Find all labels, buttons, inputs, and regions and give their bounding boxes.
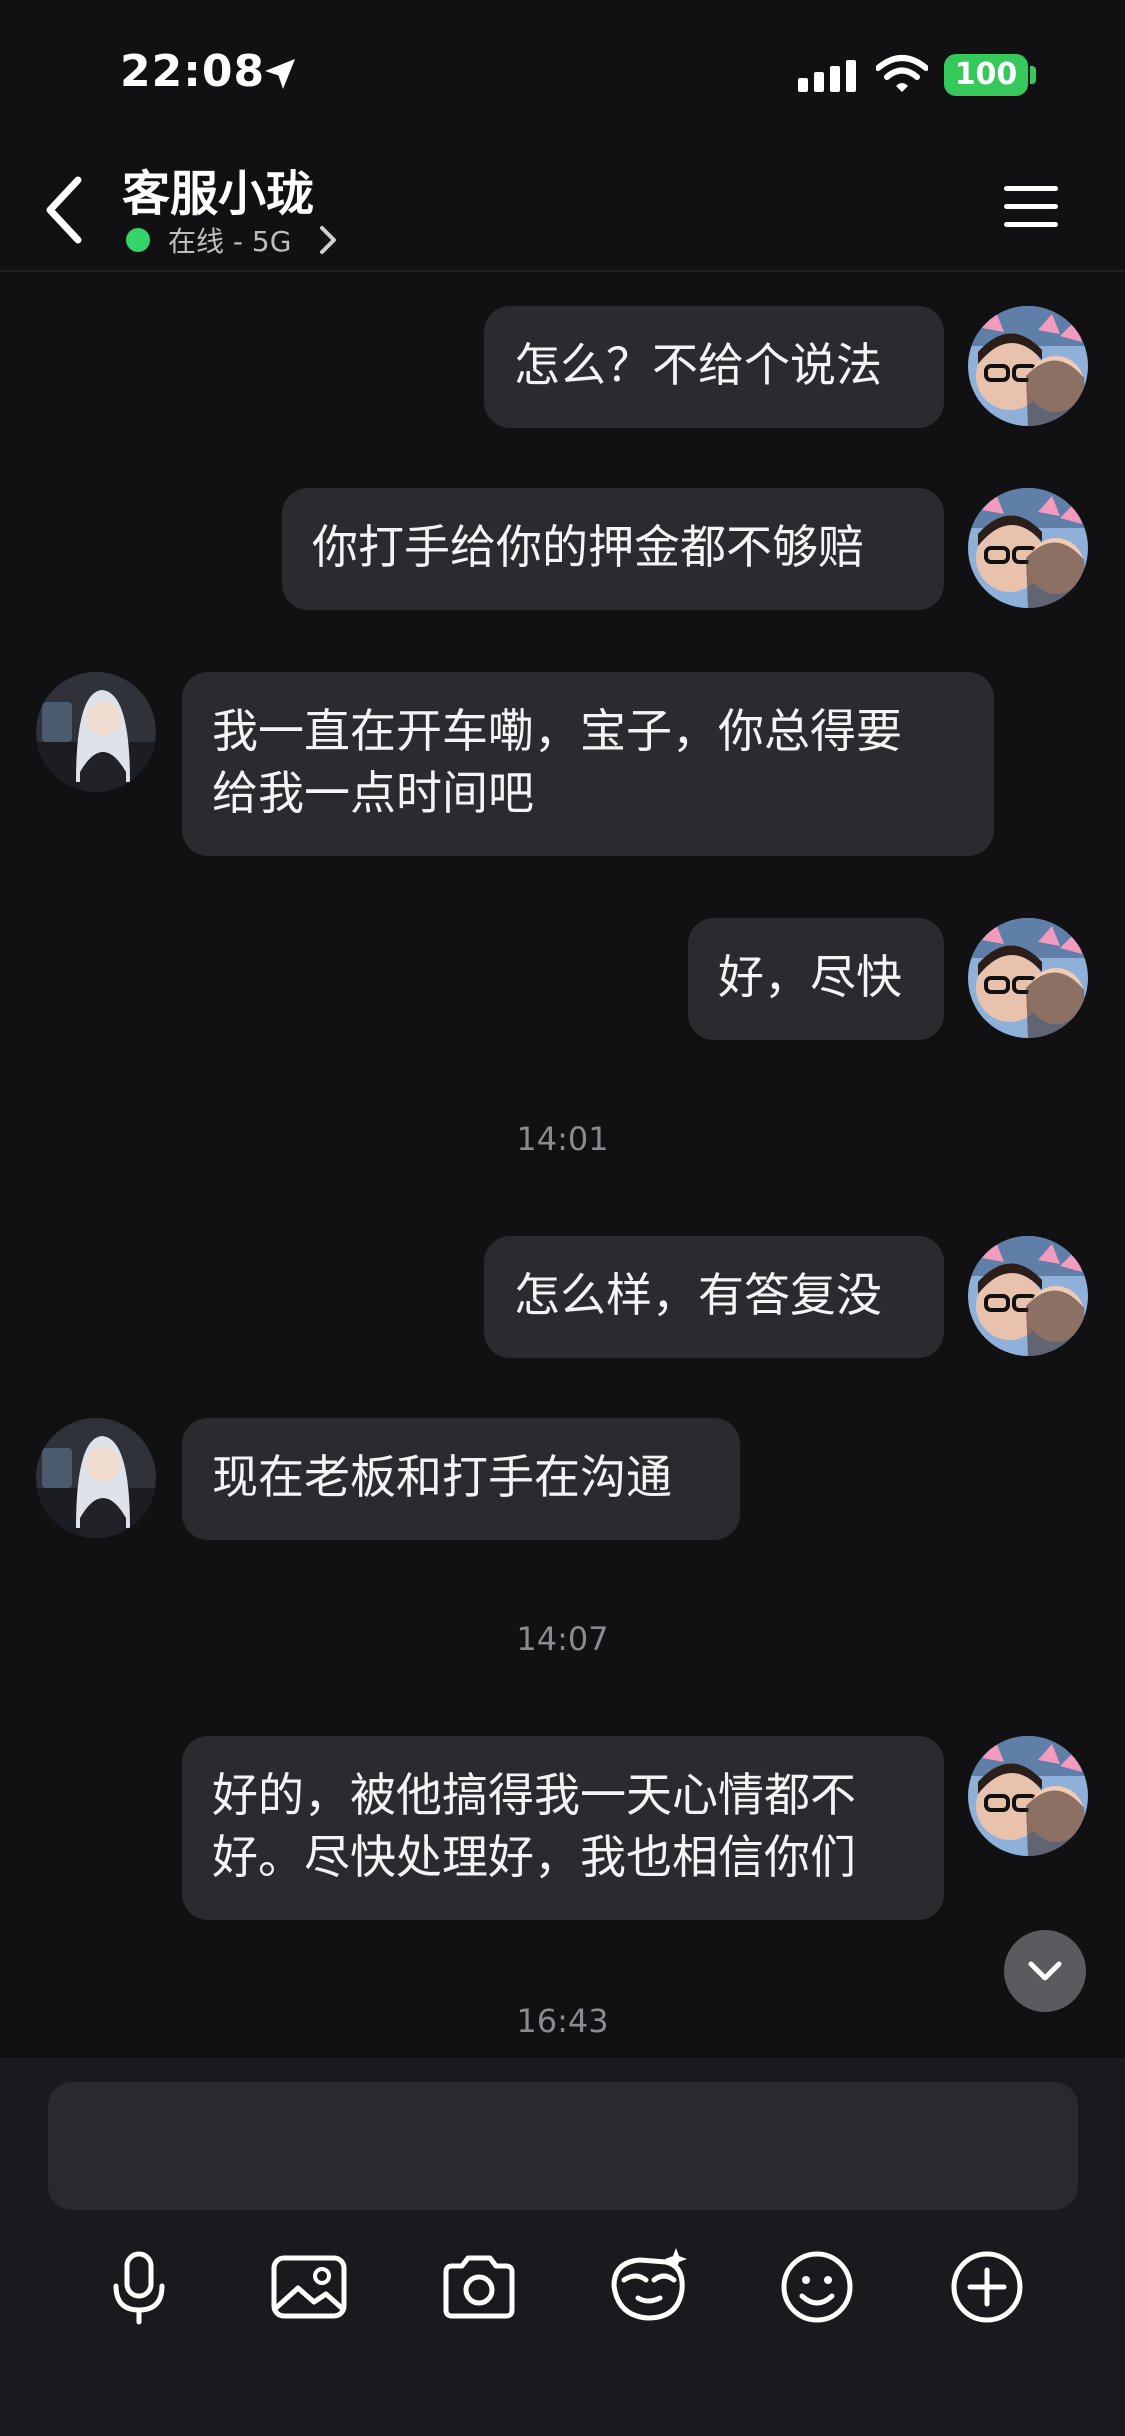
camera-icon[interactable] (434, 2242, 524, 2332)
outgoing-message-bubble[interactable]: 好的，被他搞得我一天心情都不 好。尽快处理好，我也相信你们 (182, 1736, 944, 1920)
composer (0, 2058, 1125, 2436)
cellular-signal-icon (798, 60, 856, 92)
menu-button[interactable] (1002, 182, 1060, 232)
status-bar: 22:08 100 (0, 0, 1125, 140)
outgoing-message-bubble[interactable]: 好，尽快 (688, 918, 944, 1040)
online-status-dot (126, 228, 150, 252)
user-avatar[interactable] (968, 488, 1088, 608)
timestamp: 14:07 (516, 1620, 609, 1658)
timestamp: 14:01 (516, 1120, 609, 1158)
scroll-to-bottom-button[interactable] (1004, 1930, 1086, 2012)
image-icon[interactable] (264, 2242, 354, 2332)
microphone-icon[interactable] (94, 2242, 184, 2332)
outgoing-message-bubble[interactable]: 怎么？不给个说法 (484, 306, 944, 428)
chevron-down-icon (1028, 1961, 1062, 1981)
sticker-icon[interactable] (604, 2242, 694, 2332)
plus-icon[interactable] (942, 2242, 1032, 2332)
message-list[interactable]: 怎么？不给个说法 你打手给你的押金都不够赔 我一直在开车嘞，宝子，你总得要 给我… (0, 272, 1125, 2058)
user-avatar[interactable] (968, 918, 1088, 1038)
chat-header: 客服小珑 在线 - 5G (0, 140, 1125, 272)
message-input[interactable] (48, 2082, 1078, 2210)
chat-title[interactable]: 客服小珑 (122, 154, 314, 224)
user-avatar[interactable] (968, 1236, 1088, 1356)
battery-tip (1030, 66, 1036, 84)
outgoing-message-bubble[interactable]: 你打手给你的押金都不够赔 (282, 488, 944, 610)
battery-indicator: 100 (944, 54, 1028, 96)
location-arrow-icon (265, 59, 295, 89)
status-time: 22:08 (120, 46, 266, 97)
contact-avatar[interactable] (36, 672, 156, 792)
back-button[interactable] (34, 170, 94, 250)
chevron-right-icon[interactable] (318, 224, 338, 256)
incoming-message-bubble[interactable]: 现在老板和打手在沟通 (182, 1418, 740, 1540)
incoming-message-bubble[interactable]: 我一直在开车嘞，宝子，你总得要 给我一点时间吧 (182, 672, 994, 856)
user-avatar[interactable] (968, 306, 1088, 426)
emoji-icon[interactable] (772, 2242, 862, 2332)
presence-status[interactable]: 在线 - 5G (168, 220, 291, 260)
contact-avatar[interactable] (36, 1418, 156, 1538)
user-avatar[interactable] (968, 1736, 1088, 1856)
wifi-icon (876, 55, 928, 92)
timestamp: 16:43 (516, 2002, 609, 2040)
outgoing-message-bubble[interactable]: 怎么样，有答复没 (484, 1236, 944, 1358)
